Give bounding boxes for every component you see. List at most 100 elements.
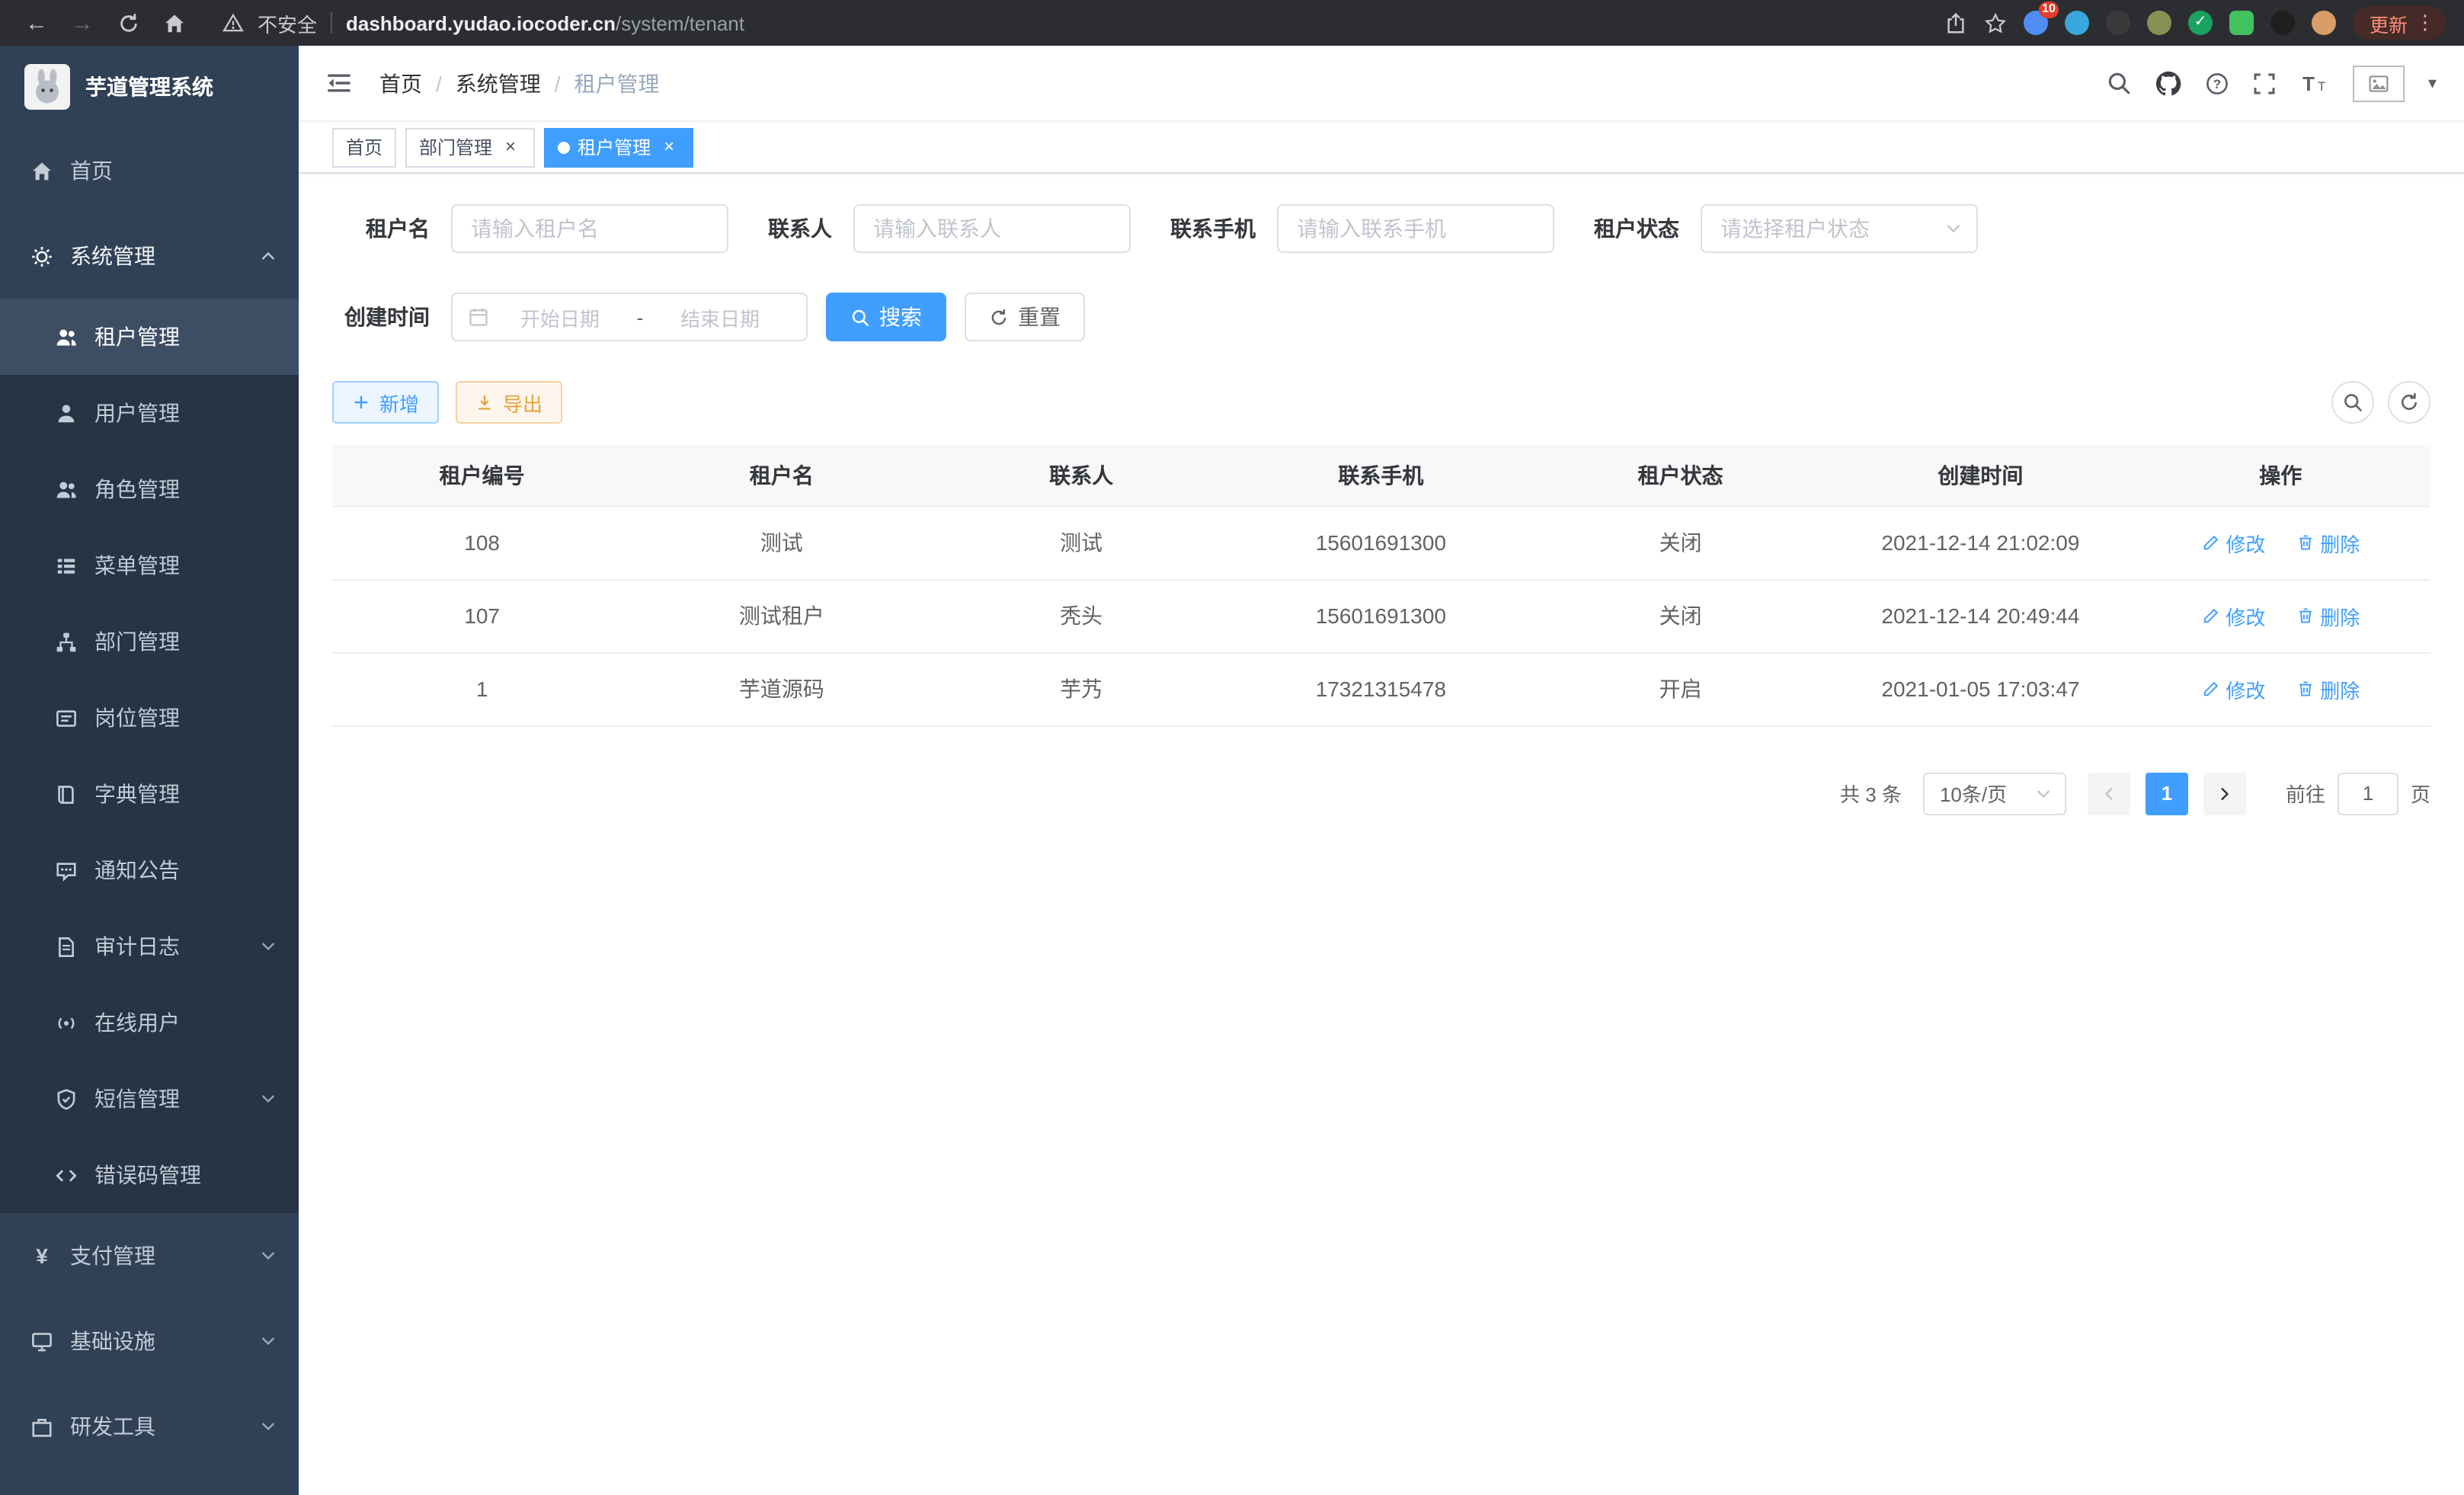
pagination-goto: 前往 页 <box>2286 772 2430 815</box>
sidebar-item-menu-management[interactable]: 菜单管理 <box>0 527 299 603</box>
phone-input[interactable] <box>1277 204 1554 253</box>
extension-icon-5[interactable]: ✓ <box>2188 11 2213 35</box>
export-button[interactable]: 导出 <box>456 381 562 424</box>
sidebar-item-role-management[interactable]: 角色管理 <box>0 451 299 527</box>
screen: ← → 不安全 dashboard.yudao.iocoder.cn/syste… <box>0 0 2464 1495</box>
pagination-total: 共 3 条 <box>1840 779 1902 808</box>
sidebar-item-payment-management[interactable]: ¥ 支付管理 <box>0 1213 299 1298</box>
col-phone: 联系手机 <box>1231 445 1531 506</box>
sidebar-item-home[interactable]: 首页 <box>0 128 299 213</box>
close-icon[interactable]: × <box>500 136 521 158</box>
delete-button[interactable]: 删除 <box>2296 601 2360 630</box>
sidebar-item-audit-log[interactable]: 审计日志 <box>0 908 299 984</box>
tag-home[interactable]: 首页 <box>332 127 396 167</box>
address-separator <box>331 12 332 34</box>
sidebar-item-system-management[interactable]: 系统管理 <box>0 213 299 299</box>
toggle-search-button[interactable] <box>2331 381 2374 424</box>
browser-reload-button[interactable] <box>110 5 146 41</box>
breadcrumb-home[interactable]: 首页 <box>379 68 422 98</box>
contact-input[interactable] <box>853 204 1131 253</box>
sidebar-item-tenant-management[interactable]: 租户管理 <box>0 299 299 375</box>
goto-page-input[interactable] <box>2338 772 2398 815</box>
share-icon[interactable] <box>1944 11 1967 34</box>
extension-icon-2[interactable] <box>2065 11 2089 35</box>
sidebar-item-dev-tools[interactable]: 研发工具 <box>0 1384 299 1469</box>
cell-contact: 秃头 <box>932 579 1231 652</box>
tags-view-bar: 首页 部门管理 × 租户管理 × <box>299 122 2464 174</box>
breadcrumb-system[interactable]: 系统管理 <box>456 68 541 98</box>
app-logo[interactable]: 芋道管理系统 <box>0 46 299 128</box>
search-button[interactable]: 搜索 <box>826 293 946 341</box>
bookmark-star-icon[interactable] <box>1984 11 2007 34</box>
help-icon[interactable] <box>2206 71 2230 95</box>
reset-button-label: 重置 <box>1018 302 1061 332</box>
tag-tenant-management[interactable]: 租户管理 × <box>544 127 693 167</box>
browser-profile-avatar[interactable] <box>2312 11 2336 35</box>
reset-button[interactable]: 重置 <box>965 293 1085 341</box>
book-icon <box>55 783 78 805</box>
browser-home-button[interactable] <box>155 5 192 41</box>
logo-image <box>24 64 70 110</box>
sidebar-item-dict-management[interactable]: 字典管理 <box>0 756 299 832</box>
table-row: 1 芋道源码 芋艿 17321315478 开启 2021-01-05 17:0… <box>332 652 2430 725</box>
status-select[interactable]: 请选择租户状态 <box>1701 204 1978 253</box>
sidebar-item-post-management[interactable]: 岗位管理 <box>0 680 299 756</box>
user-avatar[interactable] <box>2354 65 2405 101</box>
code-icon <box>55 1164 78 1186</box>
user-menu-caret-icon[interactable]: ▾ <box>2428 73 2437 93</box>
filter-status: 租户状态 请选择租户状态 <box>1594 204 1978 253</box>
refresh-table-button[interactable] <box>2388 381 2430 424</box>
close-icon[interactable]: × <box>658 136 680 158</box>
browser-menu-icon[interactable]: ⋮ <box>2415 11 2435 35</box>
delete-button[interactable]: 删除 <box>2296 528 2360 557</box>
extensions-puzzle-icon[interactable] <box>2270 11 2295 35</box>
tenant-name-input[interactable] <box>451 204 728 253</box>
sidebar-collapse-button[interactable] <box>326 70 352 96</box>
edit-button[interactable]: 修改 <box>2201 528 2265 557</box>
page-number-1[interactable]: 1 <box>2146 772 2188 815</box>
prev-page-button[interactable] <box>2088 772 2130 815</box>
tag-label: 首页 <box>346 134 382 160</box>
tag-dept-management[interactable]: 部门管理 × <box>405 127 535 167</box>
extension-icon-3[interactable] <box>2106 11 2130 35</box>
chevron-down-icon <box>1944 219 1963 238</box>
goto-label: 前往 <box>2286 779 2325 808</box>
browser-forward-button[interactable]: → <box>64 5 101 41</box>
sidebar-item-sms-management[interactable]: 短信管理 <box>0 1061 299 1137</box>
edit-button[interactable]: 修改 <box>2201 674 2265 703</box>
page-size-select[interactable]: 10条/页 <box>1923 772 2066 815</box>
fullscreen-icon[interactable] <box>2253 71 2277 95</box>
sidebar-item-dept-management[interactable]: 部门管理 <box>0 603 299 680</box>
filter-phone: 联系手机 <box>1170 204 1554 253</box>
extension-icon-6[interactable] <box>2229 11 2254 35</box>
top-navbar: 首页 / 系统管理 / 租户管理 ▾ <box>299 46 2464 122</box>
cell-created: 2021-12-14 21:02:09 <box>1830 506 2130 579</box>
header-search-icon[interactable] <box>2107 70 2133 96</box>
extension-icon-4[interactable] <box>2147 11 2171 35</box>
extension-icon-1[interactable]: 10 <box>2024 11 2048 35</box>
sidebar-item-label: 部门管理 <box>94 626 277 657</box>
col-created: 创建时间 <box>1830 445 2130 506</box>
user-icon <box>55 402 78 424</box>
sidebar-item-label: 用户管理 <box>94 398 277 428</box>
address-bar[interactable]: 不安全 dashboard.yudao.iocoder.cn/system/te… <box>222 8 1926 37</box>
next-page-button[interactable] <box>2203 772 2246 815</box>
browser-toolbar: ← → 不安全 dashboard.yudao.iocoder.cn/syste… <box>0 0 2464 46</box>
date-range-picker[interactable]: 开始日期 - 结束日期 <box>451 293 808 341</box>
edit-button[interactable]: 修改 <box>2201 601 2265 630</box>
browser-back-button[interactable]: ← <box>18 5 55 41</box>
font-size-icon[interactable] <box>2300 71 2331 95</box>
chevron-down-icon <box>259 1090 277 1108</box>
browser-update-button[interactable]: 更新 ⋮ <box>2353 6 2446 40</box>
check-icon: ✓ <box>2188 11 2213 35</box>
sidebar-item-notice[interactable]: 通知公告 <box>0 832 299 908</box>
sidebar-item-user-management[interactable]: 用户管理 <box>0 375 299 451</box>
sidebar-item-error-code-management[interactable]: 错误码管理 <box>0 1137 299 1213</box>
delete-button[interactable]: 删除 <box>2296 674 2360 703</box>
add-button[interactable]: 新增 <box>332 381 439 424</box>
github-icon[interactable] <box>2155 69 2183 97</box>
edit-label: 修改 <box>2226 528 2265 557</box>
sidebar-item-infrastructure[interactable]: 基础设施 <box>0 1298 299 1384</box>
sidebar-item-online-users[interactable]: 在线用户 <box>0 984 299 1061</box>
chevron-left-icon <box>2100 784 2118 802</box>
